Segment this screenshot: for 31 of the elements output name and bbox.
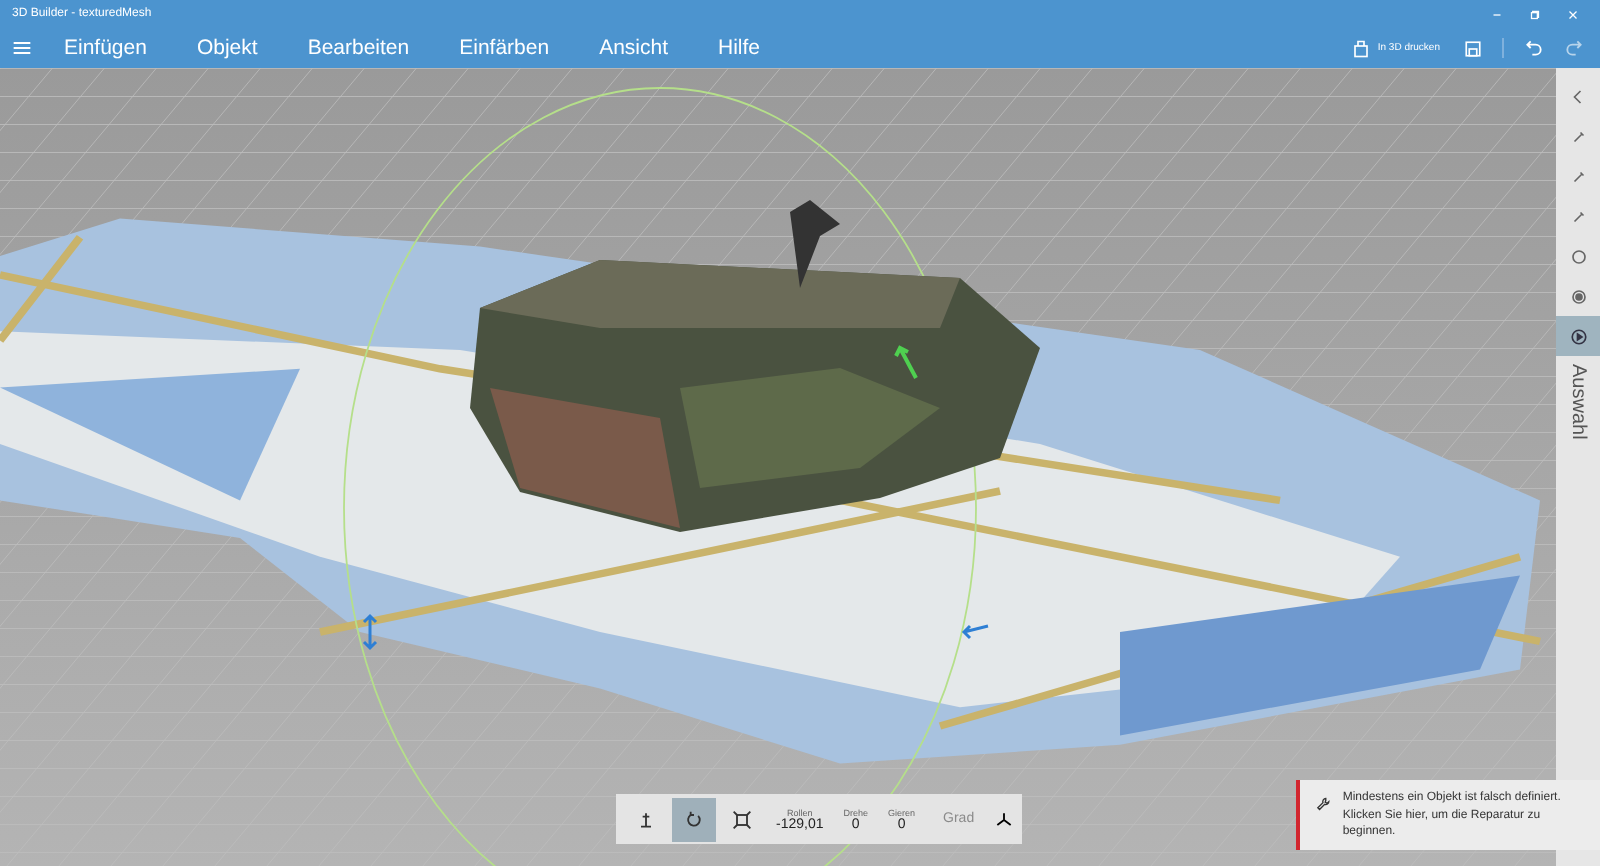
tank-model-drawing[interactable]: [470, 200, 1040, 532]
restore-icon[interactable]: [1528, 7, 1542, 21]
arrow-handle-icon[interactable]: [961, 624, 990, 640]
brush-icon: [1569, 127, 1587, 145]
rotate-icon: [684, 809, 704, 829]
menu-icon[interactable]: [12, 38, 32, 58]
brush-icon: [1569, 167, 1587, 185]
move-icon: [636, 809, 656, 829]
circle-icon: [1569, 247, 1587, 265]
menu-item[interactable]: Ansicht: [599, 36, 668, 60]
panel-label: Auswahl: [1567, 364, 1589, 440]
menu-item[interactable]: Bearbeiten: [307, 36, 410, 60]
save-icon[interactable]: [1464, 39, 1482, 57]
scale-icon: [732, 809, 752, 829]
axis-icon[interactable]: [994, 809, 1015, 829]
undo-icon[interactable]: [1524, 38, 1544, 58]
printer-icon: [1351, 39, 1370, 57]
back-icon: [1569, 87, 1587, 105]
menu-item[interactable]: Einfärben: [459, 36, 550, 60]
close-icon[interactable]: [1566, 7, 1580, 21]
target-icon: [1569, 287, 1587, 305]
menu-item[interactable]: Hilfe: [718, 36, 761, 60]
redo-icon[interactable]: [1564, 38, 1584, 58]
transform-mode-button[interactable]: [672, 797, 716, 841]
rail-button[interactable]: [1556, 316, 1600, 356]
menu-item[interactable]: Objekt: [196, 36, 258, 60]
arrow-handle-icon[interactable]: [894, 345, 918, 380]
brush-icon: [1569, 207, 1587, 225]
menu-item[interactable]: Einfügen: [64, 36, 147, 60]
selection-icon: [1569, 327, 1587, 345]
arrow-handle-icon[interactable]: [362, 613, 378, 651]
